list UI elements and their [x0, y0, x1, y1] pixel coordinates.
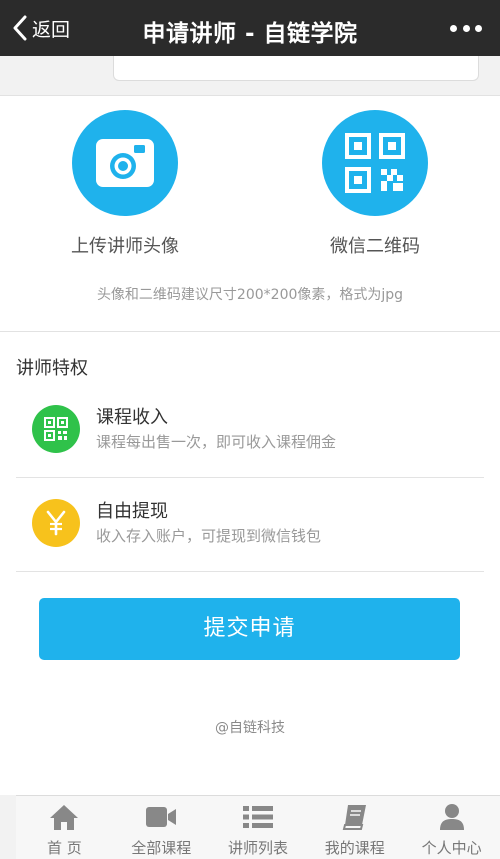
upload-avatar-label: 上传讲师头像 — [71, 236, 179, 257]
perk-name: 课程收入 — [96, 407, 168, 428]
yen-icon — [32, 499, 80, 547]
tab-label: 全部课程 — [131, 839, 192, 857]
perks-title: 讲师特权 — [16, 358, 88, 379]
tab-my-courses[interactable]: 我的课程 — [306, 796, 403, 859]
qrcode-icon — [32, 405, 80, 453]
video-icon — [146, 807, 177, 827]
upload-avatar-circle — [72, 110, 178, 216]
perk-name: 自由提现 — [96, 501, 168, 522]
camera-icon — [96, 139, 154, 187]
tab-personal-center[interactable]: 个人中心 — [403, 796, 500, 859]
more-dot-icon — [475, 24, 482, 32]
tab-label: 首 页 — [47, 839, 82, 857]
upload-hint: 头像和二维码建议尺寸200*200像素，格式为jpg — [96, 287, 404, 303]
bottom-tab-bar: 首 页 全部课程 讲师列表 我的课程 个人中心 — [16, 795, 500, 859]
perk-item-free-withdraw: 自由提现 收入存入账户，可提现到微信钱包 — [16, 478, 484, 572]
tab-label: 讲师列表 — [227, 839, 288, 857]
submit-application-button[interactable]: 提交申请 — [39, 598, 460, 660]
page-title: 申请讲师 - 自链学院 — [142, 21, 358, 47]
tab-all-courses[interactable]: 全部课程 — [113, 796, 210, 859]
more-dot-icon — [462, 24, 470, 32]
upload-qrcode-label: 微信二维码 — [330, 236, 420, 257]
upload-panel: 上传讲师头像 微信二维码 头像和二维码建议尺寸200*200像素，格式为jpg — [0, 95, 500, 332]
more-menu-button[interactable] — [450, 18, 482, 38]
perk-description: 课程每出售一次，即可收入课程佣金 — [96, 433, 337, 451]
perk-item-course-income: 课程收入 课程每出售一次，即可收入课程佣金 — [16, 384, 484, 478]
user-icon — [439, 804, 464, 830]
qrcode-icon — [345, 133, 405, 193]
tab-label: 个人中心 — [421, 839, 482, 857]
form-field-remnant[interactable] — [113, 56, 479, 81]
home-icon — [50, 805, 79, 830]
book-icon — [342, 805, 366, 830]
footer-brand: @自链科技 — [215, 720, 285, 736]
list-icon — [242, 806, 273, 828]
tab-home[interactable]: 首 页 — [16, 796, 113, 859]
navbar: 返回 申请讲师 - 自链学院 — [0, 0, 500, 56]
tab-label: 我的课程 — [324, 839, 385, 857]
tab-teacher-list[interactable]: 讲师列表 — [210, 796, 307, 859]
upload-avatar-button[interactable]: 上传讲师头像 — [25, 110, 225, 258]
more-dot-icon — [450, 24, 457, 32]
perk-description: 收入存入账户，可提现到微信钱包 — [96, 527, 322, 545]
upload-qrcode-circle — [322, 110, 428, 216]
perks-section: 讲师特权 课程收入 课程每出售一次，即可收入课程佣金 自由提现 收入存入账户，可… — [0, 332, 500, 795]
upload-qrcode-button[interactable]: 微信二维码 — [275, 110, 475, 258]
